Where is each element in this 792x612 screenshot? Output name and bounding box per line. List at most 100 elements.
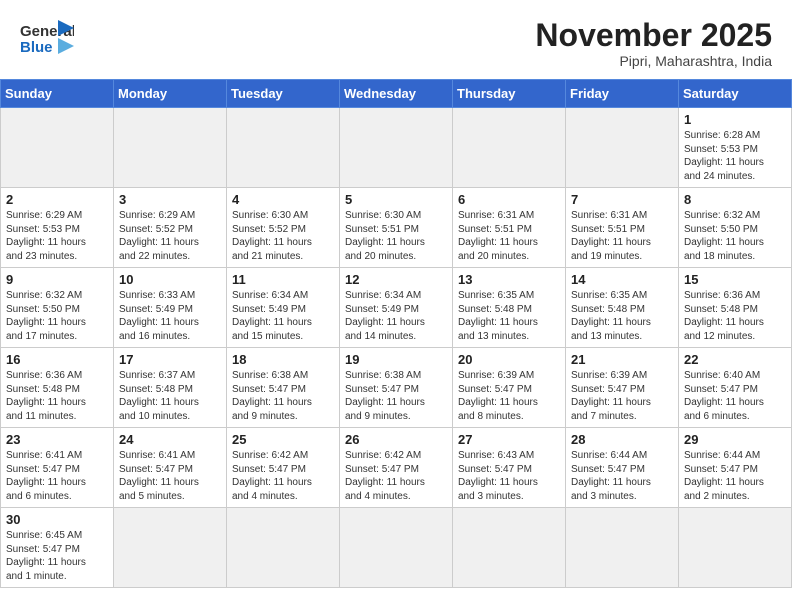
- day-info: Sunrise: 6:35 AM Sunset: 5:48 PM Dayligh…: [458, 289, 560, 343]
- calendar-cell: 13 Sunrise: 6:35 AM Sunset: 5:48 PM Dayli…: [453, 268, 566, 348]
- day-info: Sunrise: 6:36 AM Sunset: 5:48 PM Dayligh…: [684, 289, 786, 343]
- day-info: Sunrise: 6:41 AM Sunset: 5:47 PM Dayligh…: [119, 449, 221, 503]
- calendar-table: SundayMondayTuesdayWednesdayThursdayFrid…: [0, 79, 792, 588]
- calendar-cell: 18 Sunrise: 6:38 AM Sunset: 5:47 PM Dayli…: [227, 348, 340, 428]
- calendar-cell: 9Sunrise: 6:32 AM Sunset: 5:50 PM Daylig…: [1, 268, 114, 348]
- calendar-cell: 8 Sunrise: 6:32 AM Sunset: 5:50 PM Daylig…: [679, 188, 792, 268]
- calendar-cell: 23 Sunrise: 6:41 AM Sunset: 5:47 PM Dayli…: [1, 428, 114, 508]
- calendar-cell: 27 Sunrise: 6:43 AM Sunset: 5:47 PM Dayli…: [453, 428, 566, 508]
- calendar-cell: 14Sunrise: 6:35 AM Sunset: 5:48 PM Dayli…: [566, 268, 679, 348]
- calendar-header-row: SundayMondayTuesdayWednesdayThursdayFrid…: [1, 80, 792, 108]
- calendar-cell: [453, 108, 566, 188]
- day-info: Sunrise: 6:30 AM Sunset: 5:51 PM Dayligh…: [345, 209, 447, 263]
- logo: General Blue: [20, 18, 78, 62]
- calendar-cell: 12 Sunrise: 6:34 AM Sunset: 5:49 PM Dayli…: [340, 268, 453, 348]
- day-number: 18: [232, 352, 334, 367]
- day-number: 15: [684, 272, 786, 287]
- calendar-cell: [679, 508, 792, 588]
- calendar-cell: [453, 508, 566, 588]
- calendar-cell: 28 Sunrise: 6:44 AM Sunset: 5:47 PM Dayli…: [566, 428, 679, 508]
- day-info: Sunrise: 6:28 AM Sunset: 5:53 PM Dayligh…: [684, 129, 786, 183]
- calendar-cell: 2Sunrise: 6:29 AM Sunset: 5:53 PM Daylig…: [1, 188, 114, 268]
- calendar-week-row: 1 Sunrise: 6:28 AM Sunset: 5:53 PM Daylig…: [1, 108, 792, 188]
- day-info: Sunrise: 6:38 AM Sunset: 5:47 PM Dayligh…: [232, 369, 334, 423]
- calendar-cell: 1 Sunrise: 6:28 AM Sunset: 5:53 PM Daylig…: [679, 108, 792, 188]
- logo-icon: General Blue: [20, 18, 74, 62]
- day-number: 26: [345, 432, 447, 447]
- day-info: Sunrise: 6:32 AM Sunset: 5:50 PM Dayligh…: [684, 209, 786, 263]
- day-number: 29: [684, 432, 786, 447]
- day-number: 4: [232, 192, 334, 207]
- day-number: 6: [458, 192, 560, 207]
- calendar-cell: 7Sunrise: 6:31 AM Sunset: 5:51 PM Daylig…: [566, 188, 679, 268]
- day-number: 30: [6, 512, 108, 527]
- day-header-thursday: Thursday: [453, 80, 566, 108]
- day-number: 7: [571, 192, 673, 207]
- calendar-cell: 16 Sunrise: 6:36 AM Sunset: 5:48 PM Dayli…: [1, 348, 114, 428]
- day-number: 3: [119, 192, 221, 207]
- day-header-tuesday: Tuesday: [227, 80, 340, 108]
- day-info: Sunrise: 6:36 AM Sunset: 5:48 PM Dayligh…: [6, 369, 108, 423]
- day-info: Sunrise: 6:38 AM Sunset: 5:47 PM Dayligh…: [345, 369, 447, 423]
- header: General Blue November 2025 Pipri, Mahara…: [0, 0, 792, 79]
- calendar-cell: 11 Sunrise: 6:34 AM Sunset: 5:49 PM Dayli…: [227, 268, 340, 348]
- day-number: 11: [232, 272, 334, 287]
- day-number: 21: [571, 352, 673, 367]
- day-info: Sunrise: 6:44 AM Sunset: 5:47 PM Dayligh…: [684, 449, 786, 503]
- day-header-friday: Friday: [566, 80, 679, 108]
- calendar-cell: [566, 508, 679, 588]
- day-number: 10: [119, 272, 221, 287]
- calendar-week-row: 30 Sunrise: 6:45 AM Sunset: 5:47 PM Dayli…: [1, 508, 792, 588]
- calendar-cell: 15 Sunrise: 6:36 AM Sunset: 5:48 PM Dayli…: [679, 268, 792, 348]
- calendar-cell: 30 Sunrise: 6:45 AM Sunset: 5:47 PM Dayli…: [1, 508, 114, 588]
- day-info: Sunrise: 6:34 AM Sunset: 5:49 PM Dayligh…: [345, 289, 447, 343]
- calendar-cell: 6 Sunrise: 6:31 AM Sunset: 5:51 PM Daylig…: [453, 188, 566, 268]
- month-title: November 2025: [535, 18, 772, 53]
- calendar-week-row: 16 Sunrise: 6:36 AM Sunset: 5:48 PM Dayli…: [1, 348, 792, 428]
- day-number: 2: [6, 192, 108, 207]
- svg-text:Blue: Blue: [20, 39, 53, 56]
- calendar-cell: [340, 108, 453, 188]
- calendar-cell: 4Sunrise: 6:30 AM Sunset: 5:52 PM Daylig…: [227, 188, 340, 268]
- day-number: 17: [119, 352, 221, 367]
- day-info: Sunrise: 6:31 AM Sunset: 5:51 PM Dayligh…: [458, 209, 560, 263]
- day-number: 16: [6, 352, 108, 367]
- day-number: 24: [119, 432, 221, 447]
- calendar-cell: 20Sunrise: 6:39 AM Sunset: 5:47 PM Dayli…: [453, 348, 566, 428]
- calendar-cell: 25Sunrise: 6:42 AM Sunset: 5:47 PM Dayli…: [227, 428, 340, 508]
- day-number: 12: [345, 272, 447, 287]
- calendar-cell: 17 Sunrise: 6:37 AM Sunset: 5:48 PM Dayli…: [114, 348, 227, 428]
- day-number: 13: [458, 272, 560, 287]
- day-number: 1: [684, 112, 786, 127]
- day-number: 8: [684, 192, 786, 207]
- day-number: 14: [571, 272, 673, 287]
- day-number: 23: [6, 432, 108, 447]
- calendar-cell: [114, 108, 227, 188]
- title-block: November 2025 Pipri, Maharashtra, India: [535, 18, 772, 69]
- day-header-sunday: Sunday: [1, 80, 114, 108]
- day-info: Sunrise: 6:45 AM Sunset: 5:47 PM Dayligh…: [6, 529, 108, 583]
- calendar-cell: 3 Sunrise: 6:29 AM Sunset: 5:52 PM Daylig…: [114, 188, 227, 268]
- day-header-wednesday: Wednesday: [340, 80, 453, 108]
- calendar-cell: [227, 108, 340, 188]
- calendar-cell: 24 Sunrise: 6:41 AM Sunset: 5:47 PM Dayli…: [114, 428, 227, 508]
- day-number: 27: [458, 432, 560, 447]
- day-info: Sunrise: 6:42 AM Sunset: 5:47 PM Dayligh…: [232, 449, 334, 503]
- calendar-week-row: 23 Sunrise: 6:41 AM Sunset: 5:47 PM Dayli…: [1, 428, 792, 508]
- day-info: Sunrise: 6:29 AM Sunset: 5:52 PM Dayligh…: [119, 209, 221, 263]
- day-info: Sunrise: 6:34 AM Sunset: 5:49 PM Dayligh…: [232, 289, 334, 343]
- calendar-week-row: 9Sunrise: 6:32 AM Sunset: 5:50 PM Daylig…: [1, 268, 792, 348]
- day-info: Sunrise: 6:43 AM Sunset: 5:47 PM Dayligh…: [458, 449, 560, 503]
- calendar-cell: 19Sunrise: 6:38 AM Sunset: 5:47 PM Dayli…: [340, 348, 453, 428]
- day-info: Sunrise: 6:44 AM Sunset: 5:47 PM Dayligh…: [571, 449, 673, 503]
- day-number: 28: [571, 432, 673, 447]
- day-info: Sunrise: 6:32 AM Sunset: 5:50 PM Dayligh…: [6, 289, 108, 343]
- day-header-monday: Monday: [114, 80, 227, 108]
- calendar-cell: 29 Sunrise: 6:44 AM Sunset: 5:47 PM Dayli…: [679, 428, 792, 508]
- calendar-cell: 10Sunrise: 6:33 AM Sunset: 5:49 PM Dayli…: [114, 268, 227, 348]
- day-info: Sunrise: 6:37 AM Sunset: 5:48 PM Dayligh…: [119, 369, 221, 423]
- calendar-cell: [566, 108, 679, 188]
- day-info: Sunrise: 6:41 AM Sunset: 5:47 PM Dayligh…: [6, 449, 108, 503]
- day-number: 22: [684, 352, 786, 367]
- day-info: Sunrise: 6:42 AM Sunset: 5:47 PM Dayligh…: [345, 449, 447, 503]
